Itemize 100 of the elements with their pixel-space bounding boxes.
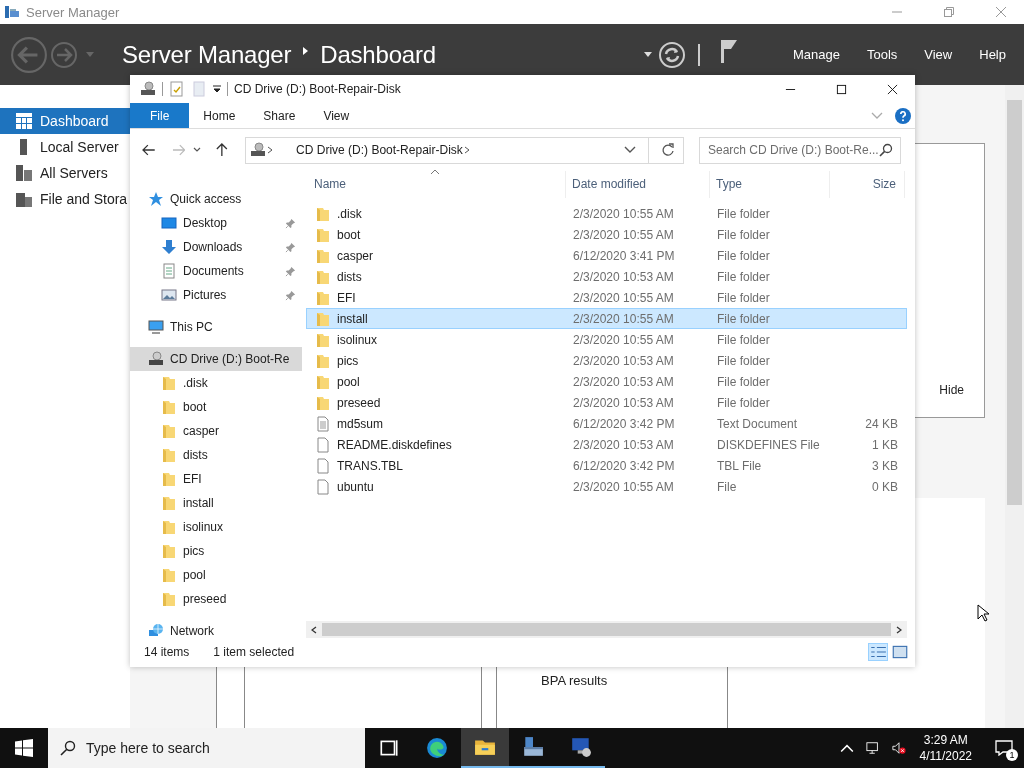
pin-icon[interactable] — [285, 241, 296, 253]
pin-icon[interactable] — [285, 265, 296, 277]
help-icon[interactable] — [895, 107, 911, 124]
maximize-icon[interactable] — [836, 83, 847, 95]
sidebar-item[interactable]: All Servers — [0, 160, 130, 186]
details-view-icon[interactable] — [869, 644, 887, 660]
taskbar-app[interactable] — [461, 728, 509, 768]
folder-icon — [315, 289, 331, 306]
file-row[interactable]: README.diskdefines 2/3/2020 10:53 AM DISKDEFINES File 1 KB — [306, 434, 907, 455]
nav-item[interactable]: Documents — [130, 259, 302, 283]
folder-icon — [315, 268, 331, 285]
nav-item[interactable]: isolinux — [130, 515, 302, 539]
file-row[interactable]: dists 2/3/2020 10:53 AM File folder — [306, 266, 907, 287]
table-cell-text: 2/3/2020 10:53 AM — [572, 374, 675, 389]
column-header[interactable]: Type — [710, 171, 830, 198]
menu-item[interactable]: Manage — [792, 47, 840, 62]
file-row[interactable]: md5sum 6/12/2020 3:42 PM Text Document 24 KB — [306, 413, 907, 434]
scroll-left-icon[interactable] — [311, 625, 317, 634]
nav-item[interactable]: CD Drive (D:) Boot-Re — [130, 347, 302, 371]
refresh-icon[interactable] — [661, 143, 675, 157]
monitor-icon — [148, 319, 164, 335]
nav-item[interactable]: boot — [130, 395, 302, 419]
nav-item[interactable]: dists — [130, 443, 302, 467]
breadcrumb-item: Dashboard — [320, 40, 436, 69]
folder-icon — [161, 495, 177, 511]
nav-item[interactable]: casper — [130, 419, 302, 443]
nav-item[interactable]: pics — [130, 539, 302, 563]
table-cell-text: TBL File — [716, 458, 763, 473]
table-cell-text: 0 KB — [871, 479, 899, 494]
table-cell-text: File folder — [716, 332, 771, 347]
nav-item[interactable]: Network — [130, 619, 302, 641]
nav-item[interactable]: .disk — [130, 371, 302, 395]
muted-speaker-icon[interactable] — [891, 741, 906, 755]
menu-item[interactable]: View — [924, 47, 953, 62]
folder-icon — [161, 519, 177, 535]
network-icon[interactable] — [865, 741, 880, 755]
ribbon-tab[interactable]: File — [130, 103, 190, 128]
nav-item[interactable]: Quick access — [130, 187, 302, 211]
menu-item[interactable]: Help — [979, 47, 1006, 62]
menu-item[interactable]: Tools — [866, 47, 898, 62]
chevron-down-icon[interactable] — [624, 146, 636, 154]
search-field[interactable]: Type here to search — [48, 728, 365, 768]
sidebar-item[interactable]: Local Server — [0, 134, 130, 160]
column-header[interactable]: Name — [306, 171, 566, 198]
nav-item[interactable]: install — [130, 491, 302, 515]
pin-icon[interactable] — [285, 289, 296, 301]
flag-icon[interactable] — [719, 38, 738, 63]
file-row[interactable]: ubuntu 2/3/2020 10:55 AM File 0 KB — [306, 476, 907, 497]
file-row[interactable]: boot 2/3/2020 10:55 AM File folder — [306, 224, 907, 245]
hide-link[interactable]: Hide — [939, 383, 964, 397]
file-row[interactable]: install 2/3/2020 10:55 AM File folder — [306, 308, 907, 329]
nav-item[interactable]: EFI — [130, 467, 302, 491]
close-icon[interactable] — [887, 83, 898, 95]
folder-icon — [161, 471, 177, 487]
column-header[interactable]: Date modified — [566, 171, 710, 198]
sort-icon[interactable] — [430, 169, 440, 175]
nav-item[interactable]: preseed — [130, 587, 302, 611]
notification-count: 1 — [1006, 749, 1018, 761]
file-name: pics — [337, 353, 359, 368]
scroll-right-icon[interactable] — [896, 625, 902, 634]
file-row[interactable]: TRANS.TBL 6/12/2020 3:42 PM TBL File 3 KB — [306, 455, 907, 476]
table-cell-text: 2/3/2020 10:53 AM — [572, 269, 675, 284]
file-name: md5sum — [337, 416, 383, 431]
clock[interactable]: 3:29 AM 4/11/2022 — [919, 732, 972, 764]
file-name: preseed — [337, 395, 381, 410]
nav-item[interactable]: pool — [130, 563, 302, 587]
nav-item[interactable]: This PC — [130, 315, 302, 339]
notification-icon[interactable] — [995, 740, 1013, 756]
dropdown-icon[interactable] — [213, 85, 221, 93]
table-cell-text: Text Document — [716, 416, 799, 431]
caret-icon[interactable] — [643, 52, 652, 57]
monitor-icon — [570, 736, 592, 758]
up-arrow-icon[interactable] — [215, 143, 230, 157]
file-row[interactable]: .disk 2/3/2020 10:55 AM File folder — [306, 203, 907, 224]
thumbnail-view-icon[interactable] — [891, 644, 909, 660]
grid-icon — [16, 113, 32, 129]
nav-item[interactable]: Desktop — [130, 211, 302, 235]
nav-item[interactable]: Downloads — [130, 235, 302, 259]
address-bar[interactable]: CD Drive (D:) Boot-Repair-Disk — [245, 136, 684, 164]
sidebar-item[interactable]: File and Stora — [0, 186, 130, 212]
sidebar-item[interactable]: Dashboard — [0, 108, 130, 134]
file-row[interactable]: isolinux 2/3/2020 10:55 AM File folder — [306, 329, 907, 350]
chevron-down-icon[interactable] — [193, 146, 202, 154]
file-row[interactable]: EFI 2/3/2020 10:55 AM File folder — [306, 287, 907, 308]
nav-item[interactable]: Pictures — [130, 283, 302, 307]
search-field[interactable]: Search CD Drive (D:) Boot-Re... — [699, 136, 901, 164]
pin-icon[interactable] — [285, 217, 296, 229]
table-cell-text: File folder — [716, 353, 771, 368]
file-row[interactable]: preseed 2/3/2020 10:53 AM File folder — [306, 392, 907, 413]
folder-icon — [315, 247, 331, 264]
horizontal-scrollbar[interactable] — [306, 621, 907, 638]
file-row[interactable]: casper 6/12/2020 3:41 PM File folder — [306, 245, 907, 266]
start-icon[interactable] — [15, 739, 33, 757]
column-header[interactable]: Size — [830, 171, 905, 198]
restore-icon[interactable] — [943, 6, 955, 18]
back-icon[interactable] — [142, 143, 156, 157]
file-row[interactable]: pool 2/3/2020 10:53 AM File folder — [306, 371, 907, 392]
table-cell-text: 2/3/2020 10:55 AM — [572, 290, 675, 305]
file-row[interactable]: pics 2/3/2020 10:53 AM File folder — [306, 350, 907, 371]
browser-icon — [426, 737, 448, 759]
